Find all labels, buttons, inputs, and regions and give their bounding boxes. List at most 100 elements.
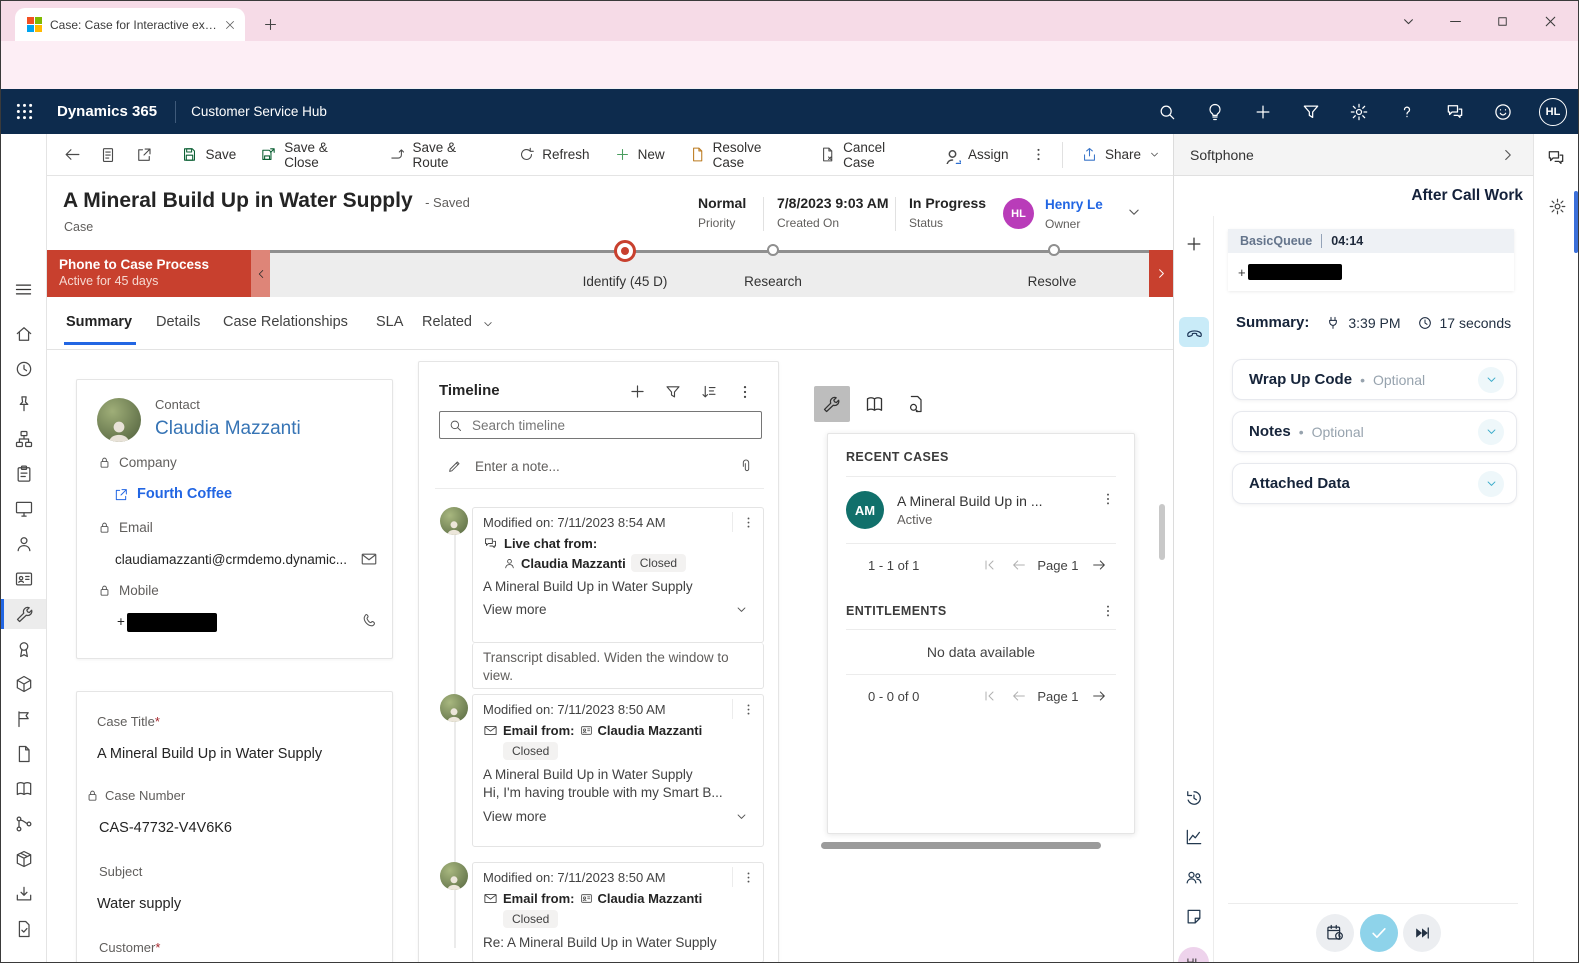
app-name[interactable]: Customer Service Hub bbox=[191, 104, 327, 119]
new-button[interactable]: New bbox=[602, 134, 677, 175]
contact-photo[interactable] bbox=[97, 398, 141, 442]
waffle-icon[interactable] bbox=[14, 101, 35, 122]
collapse-panel-chevron-icon[interactable] bbox=[1499, 146, 1517, 164]
related-tab-knowledge[interactable] bbox=[856, 386, 892, 422]
panel-settings-gear-icon[interactable] bbox=[1548, 197, 1567, 216]
share-button[interactable]: Share bbox=[1069, 134, 1173, 175]
sidebar-item-entitlements[interactable] bbox=[1, 634, 46, 664]
help-icon[interactable] bbox=[1397, 102, 1417, 122]
sidebar-item-approvals[interactable] bbox=[1, 914, 46, 944]
browser-tab[interactable]: Case: Case for Interactive experie bbox=[15, 8, 245, 41]
bpf-stage-identify-marker[interactable] bbox=[614, 240, 636, 262]
paperclip-icon[interactable] bbox=[738, 458, 754, 474]
tab-sla[interactable]: SLA bbox=[376, 314, 403, 330]
next-page-icon[interactable] bbox=[1091, 557, 1107, 573]
refresh-button[interactable]: Refresh bbox=[506, 134, 601, 175]
complete-acw-button[interactable] bbox=[1360, 914, 1398, 952]
sidebar-item-recent[interactable] bbox=[1, 354, 46, 384]
view-more-link[interactable]: View more bbox=[483, 809, 547, 824]
tab-case-relationships[interactable]: Case Relationships bbox=[223, 314, 348, 330]
cancel-case-button[interactable]: Cancel Case bbox=[807, 134, 931, 175]
timeline-entry-email-1[interactable]: Modified on: 7/11/2023 8:50 AM Email fro… bbox=[472, 694, 764, 847]
expand-chevron-icon[interactable] bbox=[734, 602, 749, 617]
new-session-plus-icon[interactable] bbox=[1184, 234, 1204, 254]
bpf-stage-identify-label[interactable]: Identify (45 D) bbox=[565, 274, 685, 289]
timeline-sort-icon[interactable] bbox=[700, 383, 718, 401]
sidebar-item-activities[interactable] bbox=[1, 459, 46, 489]
search-icon[interactable] bbox=[1157, 102, 1177, 122]
view-more-link[interactable]: View more bbox=[483, 602, 547, 617]
email-value[interactable]: claudiamazzanti@crmdemo.dynamic... bbox=[115, 552, 355, 567]
bpf-stage-research-marker[interactable] bbox=[767, 244, 779, 256]
maximize-icon[interactable] bbox=[1495, 14, 1510, 29]
resolve-case-button[interactable]: Resolve Case bbox=[677, 134, 808, 175]
assign-button[interactable]: Assign bbox=[931, 134, 1021, 175]
contact-name-link[interactable]: Claudia Mazzanti bbox=[155, 418, 301, 440]
sidebar-item-home[interactable] bbox=[1, 319, 46, 349]
timeline-entry-email-2[interactable]: Modified on: 7/11/2023 8:50 AM Email fro… bbox=[472, 862, 764, 963]
history-icon[interactable] bbox=[1184, 788, 1204, 808]
entry-more-icon[interactable] bbox=[732, 867, 763, 887]
insights-chart-icon[interactable] bbox=[1184, 827, 1204, 847]
bpf-stage-resolve-marker[interactable] bbox=[1048, 244, 1060, 256]
sidebar-item-products[interactable] bbox=[1, 844, 46, 874]
sidebar-item-dashboards[interactable] bbox=[1, 494, 46, 524]
smiley-icon[interactable] bbox=[1493, 102, 1513, 122]
timeline-create-plus-icon[interactable] bbox=[628, 382, 647, 401]
tab-summary[interactable]: Summary bbox=[66, 314, 132, 330]
company-value-link[interactable]: Fourth Coffee bbox=[137, 486, 232, 502]
accordion-chevron-icon[interactable] bbox=[1478, 419, 1504, 445]
tab-related[interactable]: Related bbox=[422, 314, 472, 330]
first-page-icon[interactable] bbox=[981, 557, 997, 573]
entry-more-icon[interactable] bbox=[732, 512, 763, 532]
row-more-icon[interactable] bbox=[1100, 491, 1116, 507]
bpf-stage-research-label[interactable]: Research bbox=[733, 274, 813, 289]
sidebar-item-contacts[interactable] bbox=[1, 564, 46, 594]
subject-value[interactable]: Water supply bbox=[97, 896, 181, 912]
schedule-followup-button[interactable] bbox=[1316, 914, 1354, 952]
tab-details[interactable]: Details bbox=[156, 314, 200, 330]
sidebar-item-knowledge[interactable] bbox=[1, 774, 46, 804]
accordion-chevron-icon[interactable] bbox=[1478, 367, 1504, 393]
sidebar-item-agent-experience[interactable] bbox=[1, 424, 46, 454]
teams-chat-icon[interactable] bbox=[1546, 148, 1566, 168]
settings-gear-icon[interactable] bbox=[1349, 102, 1369, 122]
section-more-icon[interactable] bbox=[1100, 603, 1116, 619]
contacts-people-icon[interactable] bbox=[1184, 867, 1204, 887]
attached-data-accordion[interactable]: Attached Data bbox=[1232, 463, 1517, 504]
related-tab-tools-selected[interactable] bbox=[814, 386, 850, 422]
sidebar-item-pinned[interactable] bbox=[1, 389, 46, 419]
command-overflow-icon[interactable] bbox=[1020, 134, 1055, 175]
owner-value[interactable]: Henry Le bbox=[1045, 197, 1103, 212]
filter-icon[interactable] bbox=[1301, 102, 1321, 122]
sidebar-item-accounts[interactable] bbox=[1, 529, 46, 559]
expand-chevron-icon[interactable] bbox=[734, 809, 749, 824]
brand-title[interactable]: Dynamics 365 bbox=[57, 103, 157, 120]
case-title-value[interactable]: A Mineral Build Up in Water Supply bbox=[97, 746, 322, 762]
call-phone-icon[interactable] bbox=[361, 612, 378, 629]
timeline-more-icon[interactable] bbox=[736, 383, 754, 401]
bpf-active-stage-box[interactable]: Phone to Case Process Active for 45 days bbox=[47, 250, 251, 297]
send-email-icon[interactable] bbox=[360, 550, 378, 568]
feedback-chat-icon[interactable] bbox=[1445, 102, 1465, 122]
wrap-up-code-accordion[interactable]: Wrap Up Code • Optional bbox=[1232, 359, 1517, 400]
accordion-chevron-icon[interactable] bbox=[1478, 471, 1504, 497]
recent-case-title[interactable]: A Mineral Build Up in ... bbox=[897, 493, 1043, 509]
new-tab-icon[interactable] bbox=[262, 16, 279, 33]
timeline-search-box[interactable] bbox=[439, 411, 762, 439]
header-expand-chevron-icon[interactable] bbox=[1125, 203, 1143, 221]
main-scrollbar-thumb[interactable] bbox=[1159, 504, 1165, 560]
first-page-icon[interactable] bbox=[981, 688, 997, 704]
timeline-search-input[interactable] bbox=[470, 417, 753, 434]
user-avatar[interactable]: HL bbox=[1539, 98, 1567, 126]
popout-icon[interactable] bbox=[126, 134, 161, 175]
sidebar-item-queues[interactable] bbox=[1, 669, 46, 699]
tab-related-chevron-icon[interactable] bbox=[481, 317, 495, 331]
notes-accordion[interactable]: Notes • Optional bbox=[1232, 411, 1517, 452]
save-and-close-button[interactable]: Save & Close bbox=[248, 134, 376, 175]
timeline-note-composer[interactable]: Enter a note... bbox=[439, 452, 762, 480]
recent-case-row[interactable]: AM A Mineral Build Up in ... Active bbox=[846, 491, 1116, 529]
quick-create-icon[interactable] bbox=[1253, 102, 1273, 122]
form-selector-icon[interactable] bbox=[90, 134, 125, 175]
command-back-button[interactable] bbox=[55, 134, 90, 175]
